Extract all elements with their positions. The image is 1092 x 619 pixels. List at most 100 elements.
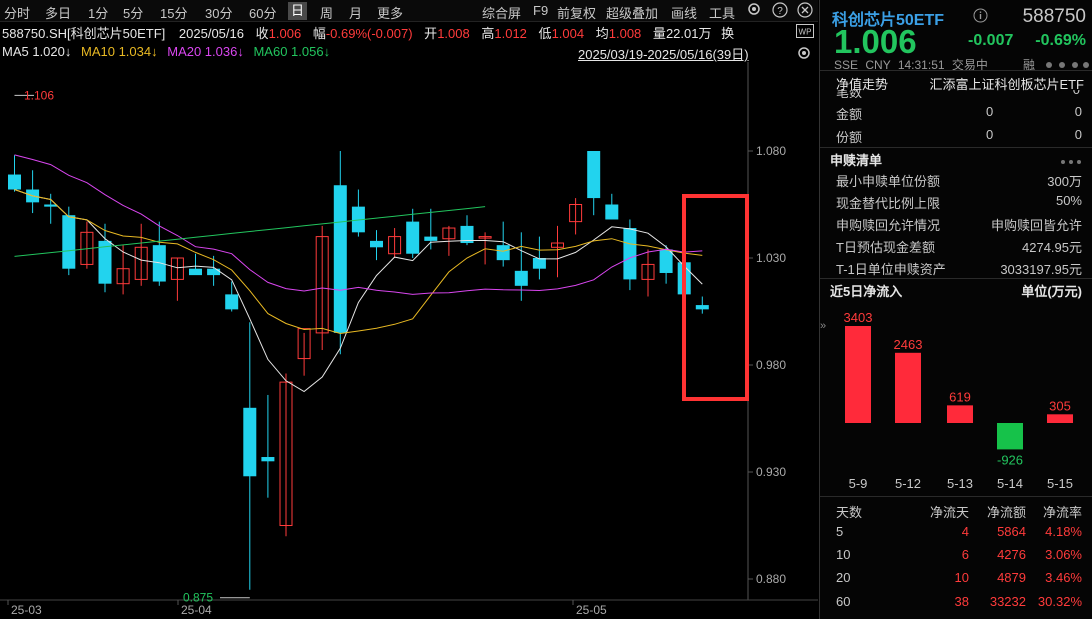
high-value: 1.012 <box>494 26 527 41</box>
netflow-bar <box>895 353 921 423</box>
help-icon[interactable]: ? <box>772 2 788 21</box>
header-flow-rate: 净流率 <box>1043 502 1082 521</box>
row-flow-amount: 5864 <box>997 524 1026 539</box>
tab-5min[interactable]: 5分 <box>123 3 143 22</box>
close-icon[interactable] <box>797 2 813 21</box>
amount-label: 金额 <box>836 107 862 122</box>
row-flow-rate: 3.06% <box>1045 547 1082 562</box>
candle-body-down <box>605 205 618 220</box>
wp-icon[interactable]: WP <box>796 24 814 41</box>
table-row: 10 6 4276 3.06% <box>836 547 1082 562</box>
y-tick-label: 0.880 <box>756 572 786 586</box>
high-marker-label: 1.106 <box>24 88 54 102</box>
tab-more[interactable]: 更多 <box>377 3 403 22</box>
row-flow-amount: 33232 <box>990 594 1026 609</box>
subscribe-label: 最小申赎单位份额 <box>836 174 940 189</box>
draw-line-button[interactable]: 画线 <box>671 3 697 22</box>
x-tick-label: 25-03 <box>11 603 42 617</box>
ma10-value: MA10 1.034↓ <box>81 44 158 59</box>
low-marker-label: 0.875 <box>183 591 213 605</box>
fund-code: 588750 <box>1023 6 1086 28</box>
candle-body-down <box>696 305 709 309</box>
tab-weekly[interactable]: 周 <box>320 3 333 22</box>
partial-row-value: 0 <box>1073 90 1080 98</box>
row-days: 60 <box>836 594 850 609</box>
row-flow-rate: 3.46% <box>1045 570 1082 585</box>
tab-30min[interactable]: 30分 <box>205 3 232 22</box>
more-dots-icon[interactable] <box>1060 154 1082 169</box>
tab-15min[interactable]: 15分 <box>160 3 187 22</box>
right-panel: 科创芯片50ETF 588750 1.006 -0.007 -0.69% SSE… <box>819 0 1092 619</box>
tab-daily[interactable]: 日 <box>288 2 307 20</box>
candle-body-down <box>243 408 256 476</box>
subscribe-row: T日预估现金差额4274.95元 <box>836 237 1082 256</box>
subscribe-value: 50% <box>1056 193 1082 208</box>
partial-row: 笔数 <box>836 90 862 98</box>
f9-button[interactable]: F9 <box>533 3 548 18</box>
ma60-value: MA60 1.056↓ <box>253 44 330 59</box>
info-icon[interactable] <box>973 8 988 26</box>
netflow-day-label: 5-13 <box>947 476 973 491</box>
fund-full-name: 汇添富上证科创板芯片ETF <box>929 74 1084 93</box>
netflow-value-label: 305 <box>1049 398 1071 413</box>
settings-gear-icon[interactable] <box>746 1 762 20</box>
change-value: -0.69%(-0.007) <box>326 26 413 41</box>
subscribe-value: 3033197.95元 <box>1000 259 1082 278</box>
close-value: 1.006 <box>269 26 302 41</box>
tools-button[interactable]: 工具 <box>709 3 735 22</box>
mini-row-shares: 份额 0 0 <box>836 127 1082 146</box>
composite-screen-button[interactable]: 综合屏 <box>482 3 521 22</box>
table-header: 天数 净流天 净流额 净流率 <box>836 502 1082 521</box>
netflow-day-label: 5-15 <box>1047 476 1073 491</box>
candle-body-down <box>62 215 75 269</box>
x-tick-label: 25-05 <box>576 603 607 617</box>
forward-adjust-button[interactable]: 前复权 <box>557 3 596 22</box>
tab-multiday[interactable]: 多日 <box>45 3 71 22</box>
date-range[interactable]: 2025/03/19-2025/05/16(39日) <box>578 44 749 63</box>
table-row: 5 4 5864 4.18% <box>836 524 1082 539</box>
super-overlay-button[interactable]: 超级叠加 <box>606 3 658 22</box>
candle-body-down <box>533 258 546 269</box>
candle-body-down <box>153 245 166 281</box>
period-toolbar: 分时 多日 1分 5分 15分 30分 60分 日 周 月 更多 综合屏 F9 … <box>0 0 818 22</box>
candle-body-down <box>660 249 673 273</box>
row-flow-amount: 4276 <box>997 547 1026 562</box>
price-change: -0.007 <box>968 32 1013 50</box>
ma-line: MA5 1.020↓ MA10 1.034↓ MA20 1.036↓ MA60 … <box>2 44 330 59</box>
subscribe-value: 4274.95元 <box>1022 237 1082 256</box>
mini-row-amount: 金额 0 0 <box>836 104 1082 123</box>
shares-v2: 0 <box>1075 127 1082 142</box>
tab-1min[interactable]: 1分 <box>88 3 108 22</box>
candle-body-down <box>424 237 437 241</box>
subscribe-row: T-1日单位申赎资产3033197.95元 <box>836 259 1082 278</box>
row-flow-days: 6 <box>962 547 969 562</box>
header-days: 天数 <box>836 505 862 520</box>
avg-label: 均 <box>596 26 609 41</box>
quote-date: 2025/05/16 <box>179 26 244 41</box>
open-value: 1.008 <box>437 26 470 41</box>
candle-body-down <box>207 269 220 275</box>
header-flow-amount: 净流额 <box>987 502 1026 521</box>
tab-intraday[interactable]: 分时 <box>4 3 30 22</box>
header-flow-days: 净流天 <box>930 502 969 521</box>
shares-label: 份额 <box>836 130 862 145</box>
quote-line: 588750.SH[科创芯片50ETF] 2025/05/16 收1.006 幅… <box>2 23 734 42</box>
tab-60min[interactable]: 60分 <box>249 3 276 22</box>
change-label: 幅 <box>313 26 326 41</box>
candle-body-down <box>370 241 383 247</box>
row-flow-rate: 30.32% <box>1038 594 1082 609</box>
candle-body-down <box>261 457 274 461</box>
tab-monthly[interactable]: 月 <box>349 3 362 22</box>
netflow-bar <box>845 326 871 423</box>
turnover-label: 换 <box>721 26 734 41</box>
amount-v2: 0 <box>1075 104 1082 119</box>
candle-body-down <box>406 222 419 254</box>
table-row: 60 38 33232 30.32% <box>836 594 1082 609</box>
netflow-day-label: 5-9 <box>849 476 868 491</box>
row-flow-days: 38 <box>955 594 969 609</box>
row-days: 20 <box>836 570 850 585</box>
ma20-value: MA20 1.036↓ <box>167 44 244 59</box>
row-flow-days: 10 <box>955 570 969 585</box>
y-tick-label: 1.030 <box>756 251 786 265</box>
candlestick-chart[interactable]: 1.0801.0300.9800.9300.88025-0325-0425-05… <box>0 62 818 619</box>
